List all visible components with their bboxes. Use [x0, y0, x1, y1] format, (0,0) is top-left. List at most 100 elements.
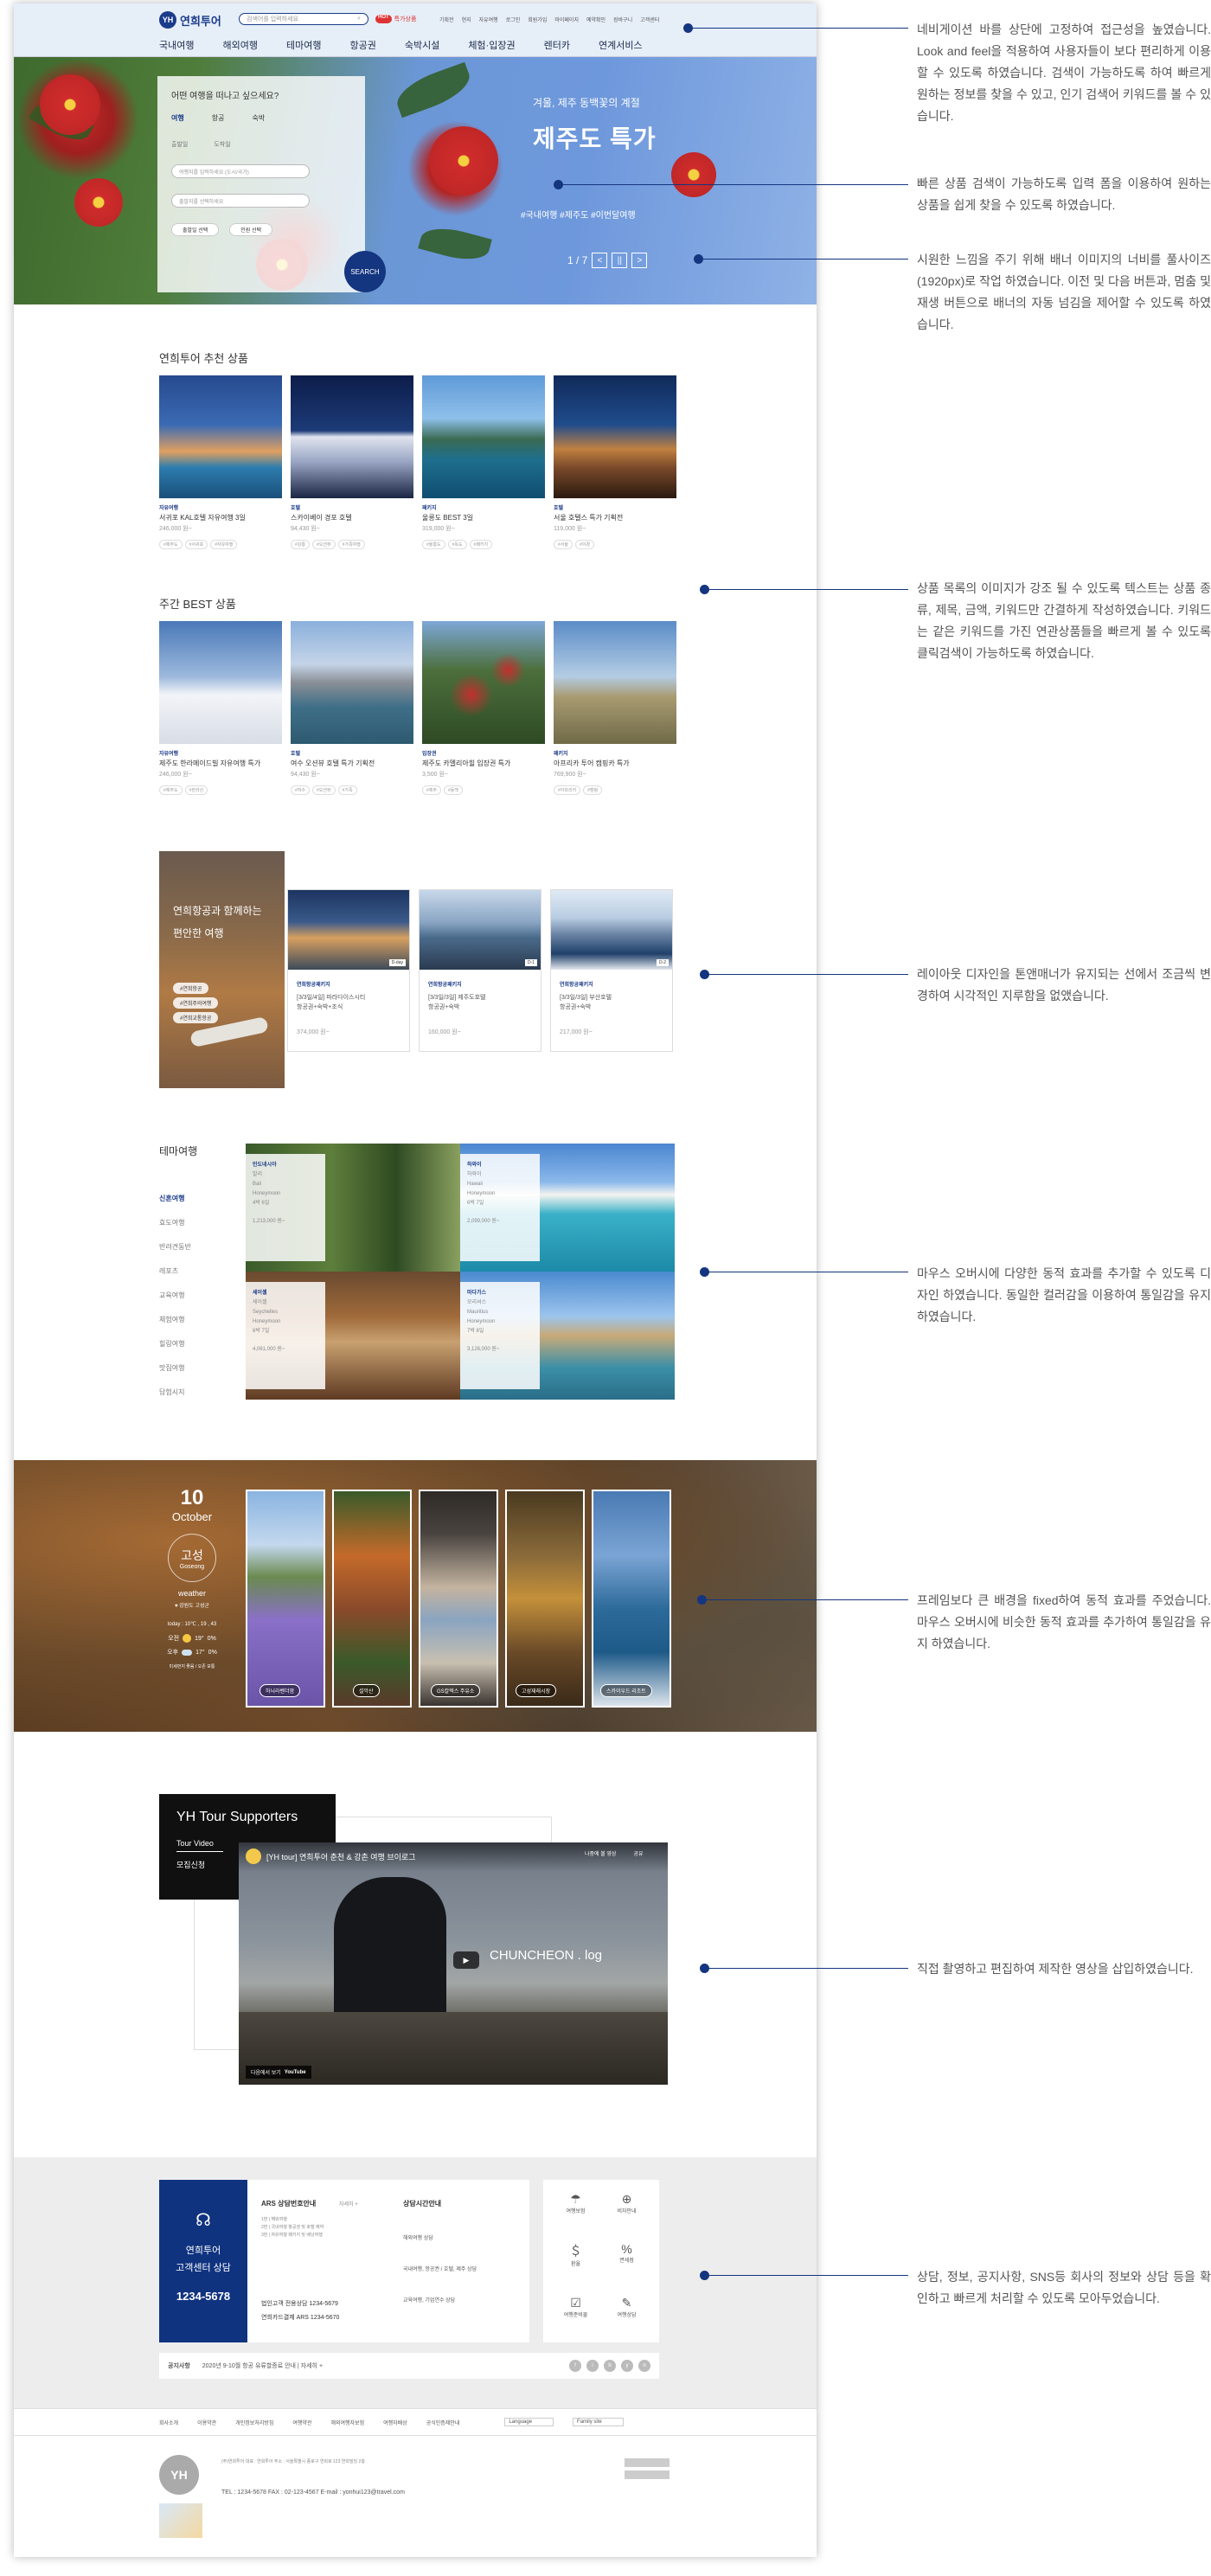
checklist-icon[interactable]: ☑ 여행준비물 — [550, 2296, 601, 2330]
product-card[interactable]: 패키지 울릉도 BEST 3일 319,000 원~ #울릉도 #독도 #패키지 — [422, 375, 545, 549]
keyword-tag[interactable]: #아프리카 — [554, 785, 581, 795]
keyword-tag[interactable]: #제주 — [422, 785, 441, 795]
gnb-item[interactable]: 해외여행 — [222, 38, 257, 52]
insurance-icon[interactable]: ☂ 여행보험 — [550, 2192, 601, 2227]
product-card[interactable]: 호텔 여수 오션뷰 호텔 특가 기획전 94,430 원~ #여수 #오션뷰 #가족 — [291, 621, 413, 795]
tour-video-tab[interactable]: Tour Video — [176, 1839, 223, 1852]
dutyfree-icon[interactable]: % 면세점 — [601, 2242, 652, 2279]
airline-card[interactable]: D-1 연희항공패키지 [3/3일/3일] 제주도호텔 항공권+숙박 160,0… — [419, 889, 541, 1052]
watch-on-youtube[interactable]: 다음에서 보기 YouTube — [246, 2066, 311, 2079]
exchange-icon[interactable]: ＄ 환율 — [550, 2242, 601, 2279]
naver-icon[interactable]: n — [638, 2360, 650, 2372]
gnb-item[interactable]: 항공권 — [349, 38, 375, 52]
footer-link[interactable]: 회사소개 — [159, 2419, 178, 2426]
product-card[interactable]: 호텔 스카이베이 경포 호텔 94,430 원~ #강릉 #오션뷰 #가족여행 — [291, 375, 413, 549]
play-button[interactable]: ▶ — [453, 1951, 479, 1969]
footer-link[interactable]: 여행자배상 — [383, 2419, 407, 2426]
share-button[interactable]: 공유 — [633, 1849, 643, 1857]
pause-button[interactable]: || — [612, 253, 628, 268]
product-card[interactable]: 자유여행 서귀포 KAL호텔 자유여행 3일 246,000 원~ #제주도 #서… — [159, 375, 282, 549]
theme-menu-item[interactable]: 레포츠 — [159, 1266, 191, 1276]
spot-strip[interactable]: 설악산 — [332, 1490, 412, 1708]
util-link[interactable]: 회원가입 — [528, 16, 547, 23]
instagram-icon[interactable]: i — [586, 2360, 599, 2372]
search-button[interactable]: SEARCH — [344, 251, 386, 292]
spot-strip[interactable]: 하늬라벤더팜 — [246, 1490, 325, 1708]
keyword-tag[interactable]: #독도 — [447, 540, 467, 549]
spot-strip[interactable]: 스카이우드 리조트 — [592, 1490, 671, 1708]
util-link[interactable]: 기획전 — [439, 16, 454, 23]
gnb-item[interactable]: 체험·입장권 — [468, 38, 515, 52]
logo[interactable]: YH 연희투어 — [159, 11, 221, 29]
youtube-icon[interactable]: y — [621, 2360, 633, 2372]
theme-menu-item[interactable]: 체험여행 — [159, 1315, 191, 1324]
hero-tags[interactable]: #국내여행 #제주도 #이번달여행 — [521, 208, 636, 221]
keyword-tag[interactable]: #자유여행 — [210, 540, 238, 549]
theme-menu-item[interactable]: 신혼여행 — [159, 1194, 191, 1203]
cs-banner[interactable]: ☊ 연희투어 고객센터 상담 1234-5678 — [159, 2180, 247, 2342]
keyword-tag[interactable]: #패키지 — [469, 540, 493, 549]
keyword-tag[interactable]: #오션뷰 — [311, 785, 336, 795]
gnb-item[interactable]: 숙박시설 — [405, 38, 439, 52]
theme-cell[interactable]: 하와이 하와이 Hawaii Honeymoon 6박 7일 2,099,000… — [460, 1144, 675, 1272]
family-site-select[interactable]: Family site — [573, 2418, 624, 2426]
footer-link[interactable]: 여행약관 — [292, 2419, 311, 2426]
search-tab[interactable]: 숙박 — [252, 113, 265, 123]
blog-icon[interactable]: b — [604, 2360, 616, 2372]
keyword-tag[interactable]: #오션뷰 — [311, 540, 336, 549]
theme-cell[interactable]: 인도네시아 발리 Bali Honeymoon 4박 6일 1,213,000 … — [246, 1144, 460, 1272]
facebook-icon[interactable]: f — [569, 2360, 581, 2372]
gnb-item[interactable]: 국내여행 — [159, 38, 194, 52]
theme-cell[interactable]: 마다가스 모리셔스 Mauritius Honeymoon 7박 8일 3,12… — [460, 1272, 675, 1400]
keyword-tag[interactable]: #야경 — [574, 540, 594, 549]
language-select[interactable]: Language — [504, 2418, 554, 2426]
keyword-tag[interactable]: #캠핑 — [583, 785, 603, 795]
arrive-date-field[interactable]: 도착일 — [214, 140, 230, 149]
keyword-tag[interactable]: #가족여행 — [337, 540, 365, 549]
airline-pill[interactable]: #연희항공 — [173, 983, 209, 994]
watch-later-button[interactable]: 나중에 볼 영상 — [585, 1849, 616, 1857]
keyword-tag[interactable]: #제주도 — [159, 540, 183, 549]
consult-icon[interactable]: ✎ 여행상담 — [601, 2296, 652, 2330]
gnb-item[interactable]: 연계서비스 — [599, 38, 643, 52]
theme-cell[interactable]: 세이셸 세이셸 Seychelles Honeymoon 6박 7일 4,061… — [246, 1272, 460, 1400]
util-link[interactable]: 마이페이지 — [554, 16, 579, 23]
util-link[interactable]: 로그인 — [506, 16, 521, 23]
gnb-item[interactable]: 렌터카 — [544, 38, 570, 52]
theme-menu-item[interactable]: 반려견동반 — [159, 1242, 191, 1252]
date-select-button[interactable]: 출발일 선택 — [171, 223, 220, 236]
theme-menu-item[interactable]: 효도여행 — [159, 1218, 191, 1227]
product-card[interactable]: 입장권 제주도 카멜리아힐 입장권 특가 3,500 원~ #제주 #동백 — [422, 621, 545, 795]
util-link[interactable]: 자유여행 — [479, 16, 498, 23]
airline-pill[interactable]: #연희교통항공 — [173, 1012, 219, 1023]
theme-menu-item[interactable]: 교육여행 — [159, 1291, 191, 1300]
keyword-tag[interactable]: #울릉도 — [422, 540, 445, 549]
util-link[interactable]: 예약확인 — [586, 16, 606, 23]
next-button[interactable]: > — [631, 253, 648, 268]
depart-date-field[interactable]: 출발일 — [171, 140, 188, 149]
keyword-tag[interactable]: #여수 — [291, 785, 310, 795]
ars-more-link[interactable]: 자세히 + — [339, 2200, 358, 2208]
footer-link[interactable]: 이용약관 — [197, 2419, 216, 2426]
destination-input[interactable]: 여행지를 입력하세요 (도시/국가) — [171, 164, 310, 178]
product-card[interactable]: 호텔 서울 호텔스 특가 기획전 119,000 원~ #서울 #야경 — [554, 375, 676, 549]
hot-keyword[interactable]: HOT 특가상품 — [375, 15, 416, 23]
spot-strip[interactable]: 고성재래시장 — [505, 1490, 585, 1708]
notice-text[interactable]: 2020년 9-10월 항공 유류할증료 안내 | 자세히 + — [202, 2361, 323, 2370]
keyword-tag[interactable]: #서귀포 — [184, 540, 208, 549]
channel-avatar[interactable] — [246, 1849, 261, 1864]
util-link[interactable]: 현지 — [462, 16, 471, 23]
airline-banner[interactable]: 연희항공과 함께하는 편안한 여행 #연희항공 #연희주의여행 #연희교통항공 — [159, 851, 285, 1088]
prev-button[interactable]: < — [592, 253, 608, 268]
search-tab[interactable]: 항공 — [212, 113, 225, 123]
search-tab[interactable]: 여행 — [171, 113, 184, 123]
footer-link[interactable]: 개인정보처리방침 — [235, 2419, 273, 2426]
product-card[interactable]: 자유여행 제주도 한라메이드빌 자유여행 특가 246,000 원~ #제주도 #… — [159, 621, 282, 795]
footer-link[interactable]: 해외여행자보험 — [330, 2419, 364, 2426]
keyword-tag[interactable]: #서울 — [554, 540, 573, 549]
product-card[interactable]: 패키지 아프리카 투어 캠핑카 특가 769,900 원~ #아프리카 #캠핑 — [554, 621, 676, 795]
theme-menu-item[interactable]: 힐링여행 — [159, 1339, 191, 1349]
keyword-tag[interactable]: #가족 — [337, 785, 357, 795]
gnb-item[interactable]: 테마여행 — [286, 38, 321, 52]
video-player[interactable]: [YH tour] 연희투어 춘천 & 강촌 여행 브이로그 나중에 볼 영상 … — [239, 1842, 668, 2085]
